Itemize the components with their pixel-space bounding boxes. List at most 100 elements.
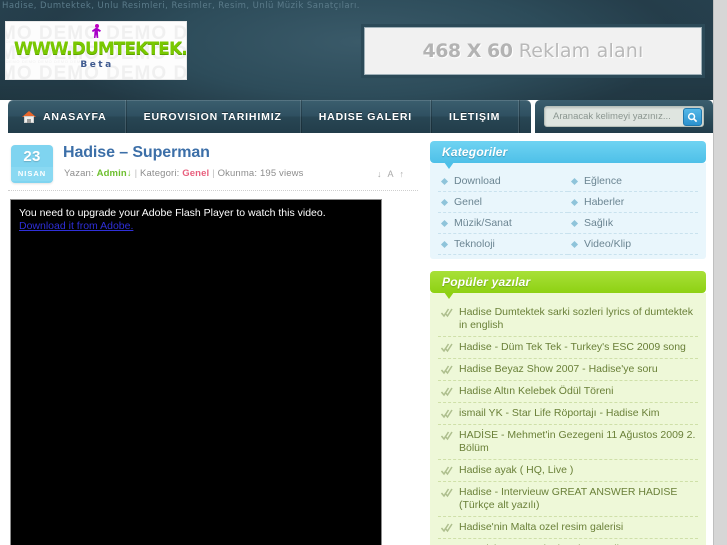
category-label: Teknoloji [454, 238, 495, 250]
site-header: Hadise, Dumtektek, Unlu Resimleri, Resim… [0, 0, 713, 100]
flash-message-text: You need to upgrade your Adobe Flash Pla… [19, 207, 326, 219]
meta-category-label: Kategori: [140, 168, 180, 179]
page-title[interactable]: Hadise – Superman [63, 144, 210, 162]
navigation-bar-wrap: ANASAYFA EUROVISION TARIHIMIZ HADISE GAL… [0, 100, 713, 141]
home-icon [22, 110, 36, 123]
widget-categories-title: Kategoriler [430, 141, 706, 169]
list-item[interactable]: Hadise Altın Kelebek Ödül Töreni [438, 381, 698, 403]
category-label: Eğlence [584, 175, 622, 187]
sidebar-item-video-klip[interactable]: Video/Klip [568, 234, 698, 255]
nav-item-iletisim[interactable]: ILETIŞIM [431, 100, 520, 133]
sidebar-item-teknoloji[interactable]: Teknoloji [438, 234, 568, 255]
nav-label: ILETIŞIM [449, 110, 501, 123]
double-check-icon [441, 523, 453, 533]
meta-author[interactable]: Admin [97, 168, 127, 179]
page-root: Hadise, Dumtektek, Unlu Resimleri, Resim… [0, 0, 713, 545]
list-item[interactable]: Hadise Beyaz Show 2007 - Hadise'ye soru [438, 359, 698, 381]
flash-upgrade-message: You need to upgrade your Adobe Flash Pla… [19, 207, 326, 233]
banner-ad-text: 468 X 60 Reklam alanı [422, 40, 643, 62]
double-check-icon [441, 365, 453, 375]
nav-label: ANASAYFA [43, 110, 107, 123]
banner-ad-size: 468 X 60 [422, 40, 513, 62]
category-label: Video/Klip [584, 238, 632, 250]
double-check-icon [441, 466, 453, 476]
diamond-bullet-icon [570, 198, 579, 206]
banner-ad-placeholder[interactable]: 468 X 60 Reklam alanı [364, 27, 702, 75]
widget-categories: Kategoriler Download Eğlence Genel Haber… [430, 141, 706, 259]
double-check-icon [441, 488, 453, 498]
search-box[interactable] [544, 106, 704, 127]
category-label: Haberler [584, 196, 625, 208]
meta-author-label: Yazan: [64, 168, 94, 179]
popular-post-title: Hadise Beyaz Show 2007 - Hadise'ye soru [459, 363, 658, 375]
nav-item-hadise-galeri[interactable]: HADISE GALERI [301, 100, 432, 133]
widget-popular-body: Hadise Dumtektek sarki sozleri lyrics of… [430, 293, 706, 545]
popular-post-title: Hadise Dumtektek sarki sozleri lyrics of… [459, 306, 693, 331]
diamond-bullet-icon [440, 177, 449, 185]
figure-head [94, 24, 99, 28]
search-input[interactable] [551, 110, 679, 123]
post-date-day: 23 [23, 148, 41, 165]
main-navigation: ANASAYFA EUROVISION TARIHIMIZ HADISE GAL… [8, 100, 557, 133]
widget-popular-posts: Popüler yazılar Hadise Dumtektek sarki s… [430, 271, 706, 545]
category-label: Genel [454, 196, 483, 208]
meta-separator: | [212, 168, 215, 179]
popular-post-title: HADİSE - Mehmet'in Gezegeni 11 Ağustos 2… [459, 429, 696, 454]
double-check-icon [441, 343, 453, 353]
category-list: Download Eğlence Genel Haberler Müzik/Sa… [438, 171, 698, 255]
video-player-area[interactable]: You need to upgrade your Adobe Flash Pla… [10, 199, 382, 545]
figure-body [92, 28, 101, 38]
nav-item-anasayfa[interactable]: ANASAYFA [8, 100, 126, 133]
content-area: 23 NISAN Hadise – Superman Yazan: Admin↓… [0, 141, 713, 545]
sidebar-item-eglence[interactable]: Eğlence [568, 171, 698, 192]
popular-post-title: ismail YK - Star Life Röportajı - Hadise… [459, 407, 660, 419]
list-item[interactable]: Hadise Dumtektek sarki sozleri lyrics of… [438, 302, 698, 337]
flash-download-link[interactable]: Download it from Adobe. [19, 220, 326, 233]
sidebar-item-haberler[interactable]: Haberler [568, 192, 698, 213]
list-item[interactable]: Hadise - Intervieuw GREAT ANSWER HADISE … [438, 482, 698, 517]
popular-post-title: Hadise'nin Malta ozel resim galerisi [459, 521, 624, 533]
meta-reads-count: 195 views [259, 168, 304, 179]
diamond-bullet-icon [440, 240, 449, 248]
sidebar-item-genel[interactable]: Genel [438, 192, 568, 213]
dancer-figure-icon [92, 24, 101, 38]
category-label: Sağlık [584, 217, 614, 229]
sidebar-item-muzik-sanat[interactable]: Müzik/Sanat [438, 213, 568, 234]
list-item[interactable]: Hadise'nin Malta ozel resim galerisi [438, 517, 698, 539]
site-logo[interactable]: MO DEMO DEMO DEM ODEMO DEMO DEMO DEMO DE… [5, 21, 187, 80]
list-item[interactable]: Hadise - Düm Tek Tek - Turkey's ESC 2009… [438, 337, 698, 359]
list-item[interactable]: HADİSE - Mehmet'in Gezegeni 11 Ağustos 2… [438, 425, 698, 460]
seo-keywords-text: Hadise, Dumtektek, Unlu Resimleri, Resim… [2, 1, 360, 11]
widget-categories-body: Download Eğlence Genel Haberler Müzik/Sa… [430, 163, 706, 259]
home-door [27, 118, 31, 123]
widget-popular-title: Popüler yazılar [430, 271, 706, 299]
page-right-gutter [713, 0, 727, 545]
diamond-bullet-icon [440, 198, 449, 206]
post-date-badge: 23 NISAN [11, 145, 53, 183]
popular-post-title: Hadise Altın Kelebek Ödül Töreni [459, 385, 614, 397]
sidebar-item-download[interactable]: Download [438, 171, 568, 192]
nav-label: HADISE GALERI [318, 110, 413, 123]
search-button[interactable] [683, 108, 702, 126]
banner-ad-label: Reklam alanı [518, 40, 644, 62]
post-date-month: NISAN [11, 167, 53, 181]
search-area [535, 100, 713, 133]
font-size-controls[interactable]: ↓ A ↑ [377, 169, 406, 179]
diamond-bullet-icon [570, 177, 579, 185]
post-meta: Yazan: Admin↓ | Kategori: Genel | Okunma… [64, 168, 304, 179]
article-column: 23 NISAN Hadise – Superman Yazan: Admin↓… [8, 141, 418, 545]
double-check-icon [441, 387, 453, 397]
meta-category[interactable]: Genel [182, 168, 209, 179]
meta-reads-label: Okunma: [217, 168, 258, 179]
meta-author-arrow-icon: ↓ [126, 168, 132, 179]
category-label: Müzik/Sanat [454, 217, 512, 229]
popular-post-title: Hadise ayak ( HQ, Live ) [459, 464, 574, 476]
list-item[interactable]: Eurovision 2009 Final Turkey Hadise HQ [438, 539, 698, 545]
double-check-icon [441, 409, 453, 419]
popular-post-title: Hadise - Intervieuw GREAT ANSWER HADISE … [459, 486, 678, 511]
sidebar-item-saglik[interactable]: Sağlık [568, 213, 698, 234]
diamond-bullet-icon [570, 240, 579, 248]
nav-item-eurovision-tarihimiz[interactable]: EUROVISION TARIHIMIZ [126, 100, 301, 133]
list-item[interactable]: ismail YK - Star Life Röportajı - Hadise… [438, 403, 698, 425]
list-item[interactable]: Hadise ayak ( HQ, Live ) [438, 460, 698, 482]
